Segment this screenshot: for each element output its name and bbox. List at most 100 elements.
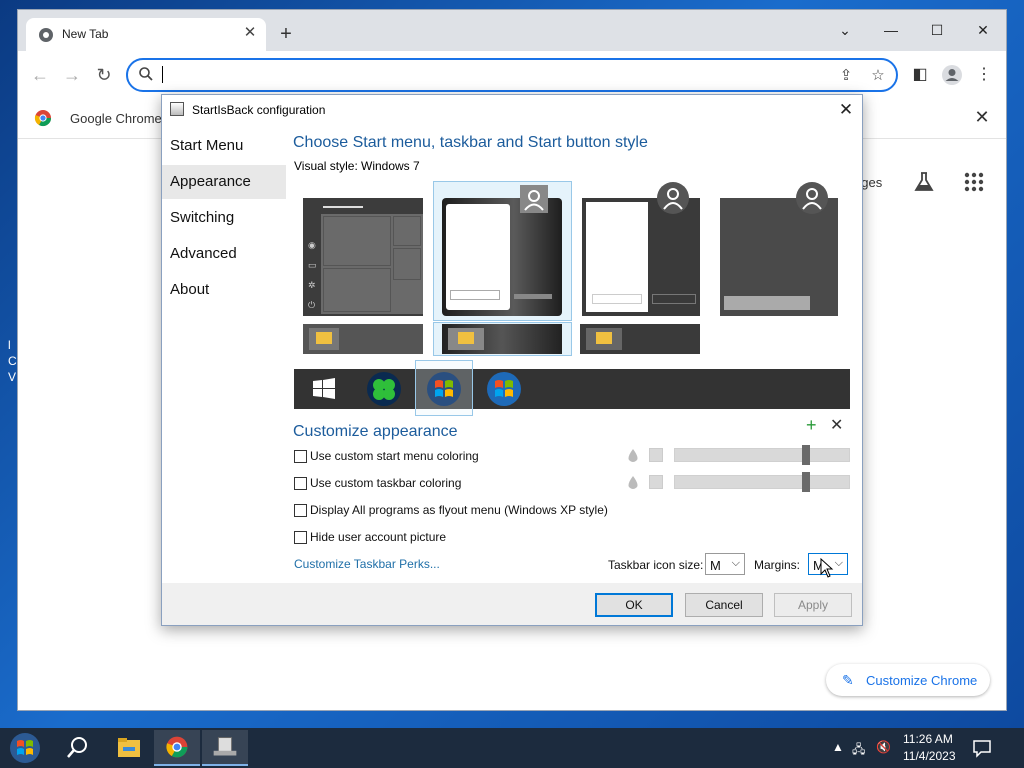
customize-taskbar-perks-link[interactable]: Customize Taskbar Perks... <box>294 557 440 571</box>
start-menu-style-windows10[interactable]: ◉ ▭ ✲ ⏻ <box>303 198 423 316</box>
profile-avatar-icon[interactable] <box>940 63 964 87</box>
tab-close-icon[interactable]: ✕ <box>240 23 260 43</box>
cancel-button[interactable]: Cancel <box>685 593 763 617</box>
chrome-logo-icon <box>34 110 52 127</box>
add-start-button-icon[interactable]: + <box>806 415 817 436</box>
color-drop-icon <box>628 449 638 462</box>
startisback-dialog: StartIsBack configuration ✕ Start Menu A… <box>161 94 863 626</box>
user-picture-icon <box>796 182 828 214</box>
taskbar-icon-size-select[interactable]: M ⌵ <box>705 553 745 575</box>
apps-grid-icon[interactable] <box>962 170 986 194</box>
sidebar-item-about[interactable]: About <box>162 273 286 307</box>
info-bar-text: Google Chrome <box>70 111 162 126</box>
color-drop-icon <box>628 476 638 489</box>
share-icon[interactable]: ⇪ <box>836 66 856 86</box>
pencil-icon: ✎ <box>842 672 854 688</box>
slider-thumb[interactable] <box>802 472 810 492</box>
taskbar-icon-size-label: Taskbar icon size: <box>608 558 704 572</box>
start-menu-style-windows7[interactable] <box>442 198 562 316</box>
menu-kebab-icon[interactable]: ⋮ <box>972 63 996 87</box>
start-menu-color-swatch[interactable] <box>649 448 663 462</box>
labs-flask-icon[interactable] <box>912 170 936 194</box>
network-icon[interactable]: 🖧 <box>852 740 865 761</box>
user-picture-icon <box>520 185 548 213</box>
notifications-icon[interactable] <box>972 738 992 758</box>
checkbox[interactable] <box>294 477 307 490</box>
tab-new-tab[interactable]: New Tab ✕ <box>26 18 266 51</box>
customize-heading: Customize appearance <box>293 423 458 440</box>
volume-muted-icon[interactable]: 🔇 <box>876 740 891 754</box>
show-hidden-icons-icon[interactable]: ▲ <box>832 740 844 754</box>
sidebar-item-switching[interactable]: Switching <box>162 201 286 235</box>
visual-style-value: Windows 7 <box>361 159 420 173</box>
startisback-taskbar-icon[interactable] <box>202 730 248 766</box>
start-menu-style-windows8[interactable] <box>720 198 838 316</box>
sidebar-item-start-menu[interactable]: Start Menu <box>162 129 286 163</box>
address-bar[interactable]: ⇪ ☆ <box>126 58 898 92</box>
desktop-icon-fragment[interactable]: l <box>8 338 11 352</box>
remove-start-button-icon[interactable]: ✕ <box>830 415 843 435</box>
desktop-icon-fragment[interactable]: V <box>8 370 16 384</box>
bookmark-star-icon[interactable]: ☆ <box>868 66 888 86</box>
search-icon <box>139 67 153 81</box>
checkbox-label: Hide user account picture <box>310 530 447 544</box>
select-value: M <box>710 558 721 573</box>
checkbox[interactable] <box>294 504 307 517</box>
clock-time[interactable]: 11:26 AM <box>903 732 953 746</box>
search-icon[interactable] <box>54 730 100 766</box>
forward-arrow-icon[interactable]: → <box>60 63 84 87</box>
dialog-title: StartIsBack configuration <box>192 103 326 117</box>
desktop-icon-fragment[interactable]: C <box>8 354 17 368</box>
chevron-down-icon: ⌵ <box>731 557 740 569</box>
start-button-windows7-icon[interactable] <box>426 371 462 407</box>
checkbox[interactable] <box>294 450 307 463</box>
start-menu-style-windows-classic[interactable] <box>582 198 700 316</box>
tab-strip: New Tab ✕ + ⌄ — ☐ ✕ <box>18 10 1006 51</box>
browser-toolbar: ← → ↻ ⇪ ☆ ◧ ⋮ <box>18 51 1006 97</box>
new-tab-button[interactable]: + <box>274 23 298 47</box>
sidebar-item-appearance[interactable]: Appearance <box>162 165 286 199</box>
dialog-close-icon[interactable]: ✕ <box>834 99 858 121</box>
chrome-taskbar-icon[interactable] <box>154 730 200 766</box>
reload-icon[interactable]: ↻ <box>92 63 116 87</box>
tab-title: New Tab <box>62 27 109 41</box>
dialog-footer: OK Cancel Apply <box>162 583 862 625</box>
taskbar-color-swatch[interactable] <box>649 475 663 489</box>
checkbox[interactable] <box>294 531 307 544</box>
clock-date[interactable]: 11/4/2023 <box>903 749 956 763</box>
start-button-windows-orb-icon[interactable] <box>486 371 522 407</box>
style-heading: Choose Start menu, taskbar and Start but… <box>293 134 648 151</box>
chrome-favicon-icon <box>39 28 53 42</box>
file-explorer-icon[interactable] <box>106 730 152 766</box>
omnibox-input[interactable] <box>168 65 808 85</box>
close-window-button[interactable]: ✕ <box>960 16 1006 44</box>
user-picture-icon <box>657 182 689 214</box>
text-caret <box>162 66 163 83</box>
customize-chrome-button[interactable]: ✎ Customize Chrome <box>826 664 990 696</box>
start-button-clover-icon[interactable] <box>366 371 402 407</box>
taskbar-style-windows8[interactable] <box>580 324 700 354</box>
start-button-windows10-icon[interactable] <box>313 378 335 400</box>
ok-button[interactable]: OK <box>595 593 673 617</box>
tab-search-icon[interactable]: ⌄ <box>822 16 868 44</box>
checkbox-label: Use custom taskbar coloring <box>310 476 462 490</box>
side-panel-icon[interactable]: ◧ <box>908 63 932 87</box>
dialog-title-bar: StartIsBack configuration ✕ <box>162 95 862 125</box>
start-menu-opacity-slider[interactable] <box>674 445 850 465</box>
taskbar-style-windows7[interactable] <box>442 324 562 354</box>
app-icon <box>170 102 184 116</box>
checkbox-label: Use custom start menu coloring <box>310 449 479 463</box>
back-arrow-icon[interactable]: ← <box>28 63 52 87</box>
minimize-button[interactable]: — <box>868 16 914 44</box>
info-bar-close-icon[interactable]: ✕ <box>972 107 992 127</box>
maximize-button[interactable]: ☐ <box>914 16 960 44</box>
taskbar-opacity-slider[interactable] <box>674 472 850 492</box>
mouse-cursor-icon <box>820 558 834 578</box>
slider-thumb[interactable] <box>802 445 810 465</box>
start-button-icon[interactable] <box>2 730 48 766</box>
sidebar-item-advanced[interactable]: Advanced <box>162 237 286 271</box>
chevron-down-icon: ⌵ <box>834 557 843 569</box>
apply-button[interactable]: Apply <box>774 593 852 617</box>
taskbar-style-windows10[interactable] <box>303 324 423 354</box>
checkbox-label: Display All programs as flyout menu (Win… <box>310 503 608 517</box>
